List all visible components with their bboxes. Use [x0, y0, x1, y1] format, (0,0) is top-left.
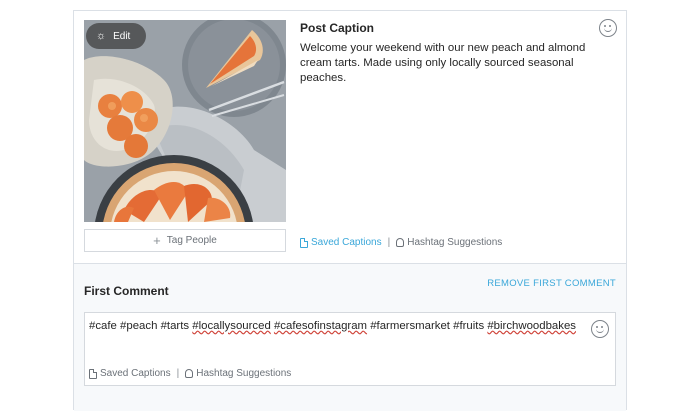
- caption-tools-row: Saved Captions | Hashtag Suggestions: [300, 237, 502, 248]
- remove-first-comment-link[interactable]: REMOVE FIRST COMMENT: [487, 278, 616, 289]
- comment-tools-row: Saved Captions | Hashtag Suggestions: [89, 368, 291, 379]
- hashtag: #tarts: [160, 320, 190, 332]
- hashtag: #cafe: [89, 320, 117, 332]
- hashtag: #fruits: [453, 320, 485, 332]
- sun-icon: ☼: [96, 29, 107, 42]
- saved-captions-label: Saved Captions: [311, 237, 382, 248]
- plus-icon: +: [153, 233, 161, 248]
- first-comment-text[interactable]: #cafe #peach #tarts #locallysourced #caf…: [89, 319, 579, 334]
- saved-captions-link[interactable]: Saved Captions: [300, 237, 382, 248]
- smiley-icon[interactable]: [591, 320, 609, 338]
- separator: |: [387, 237, 391, 248]
- first-comment-input[interactable]: #cafe #peach #tarts #locallysourced #caf…: [84, 312, 616, 386]
- post-image: ☼ Edit: [84, 20, 286, 222]
- edit-label: Edit: [113, 30, 131, 42]
- hashtag: #farmersmarket: [370, 320, 450, 332]
- hashtag: #locallysourced: [192, 320, 271, 332]
- hashtag: #birchwoodbakes: [487, 320, 576, 332]
- smiley-icon[interactable]: [599, 19, 617, 37]
- tag-people-button[interactable]: + Tag People: [84, 229, 286, 252]
- hashtag-suggestions-label: Hashtag Suggestions: [196, 368, 292, 379]
- first-comment-title: First Comment: [84, 284, 169, 298]
- saved-captions-link[interactable]: Saved Captions: [89, 368, 171, 379]
- hashtag-suggestions-link[interactable]: Hashtag Suggestions: [396, 237, 502, 248]
- lightbulb-icon: [396, 238, 405, 247]
- saved-captions-label: Saved Captions: [100, 368, 171, 379]
- tag-people-label: Tag People: [166, 235, 217, 246]
- lightbulb-icon: [185, 369, 194, 378]
- hashtag: #peach: [120, 320, 158, 332]
- separator: |: [176, 368, 180, 379]
- post-composer-card: ☼ Edit + Tag People Post Caption Welcome…: [73, 10, 627, 411]
- hashtag: #cafesofinstagram: [273, 320, 368, 332]
- hashtag-suggestions-link[interactable]: Hashtag Suggestions: [185, 368, 291, 379]
- post-image-artwork: [84, 20, 286, 222]
- hashtag-suggestions-label: Hashtag Suggestions: [407, 237, 503, 248]
- post-caption-title: Post Caption: [300, 21, 374, 35]
- post-section: ☼ Edit + Tag People Post Caption Welcome…: [74, 11, 626, 263]
- post-caption-input[interactable]: Welcome your weekend with our new peach …: [300, 41, 600, 86]
- document-icon: [89, 368, 97, 379]
- edit-image-button[interactable]: ☼ Edit: [86, 23, 146, 49]
- first-comment-section: First Comment REMOVE FIRST COMMENT #cafe…: [74, 263, 626, 411]
- document-icon: [300, 237, 308, 248]
